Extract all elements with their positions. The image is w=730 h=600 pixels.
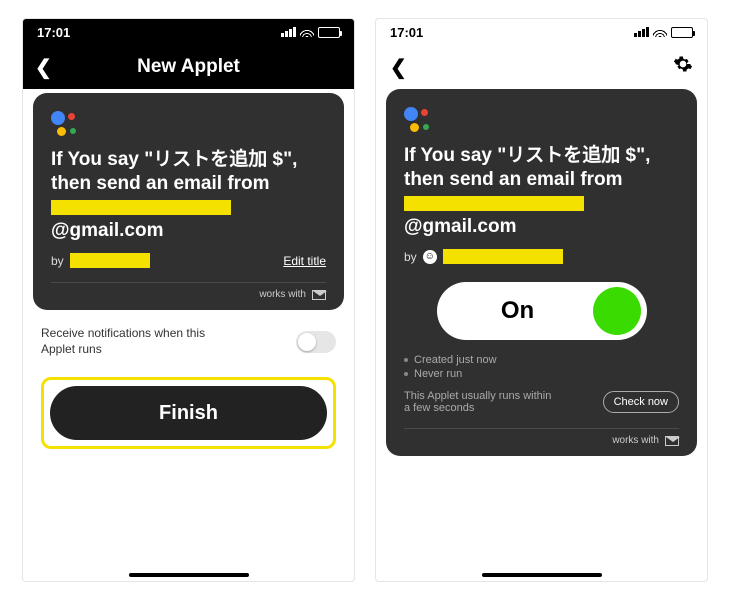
phone-left-new-applet: 17:01 ❮ New Applet If You say "リストを追加 $"… — [22, 18, 355, 582]
finish-button[interactable]: Finish — [50, 386, 327, 440]
nav-bar: ❮ New Applet — [23, 45, 354, 89]
author-line: by ☺ — [404, 249, 679, 264]
author-line: by — [51, 253, 150, 268]
status-bar: 17:01 — [376, 19, 707, 45]
redacted-email-user — [51, 200, 231, 215]
google-assistant-icon — [51, 111, 81, 136]
gear-icon — [673, 54, 693, 74]
wifi-icon — [300, 27, 314, 37]
home-indicator[interactable] — [482, 573, 602, 577]
nav-bar: ❮ — [376, 45, 707, 89]
google-assistant-icon — [404, 107, 434, 132]
gmail-icon — [312, 290, 326, 300]
meta-hint: This Applet usually runs within a few se… — [404, 390, 554, 414]
status-right — [634, 27, 693, 38]
toggle-knob — [593, 287, 641, 335]
author-avatar-icon: ☺ — [423, 250, 437, 264]
wifi-icon — [653, 27, 667, 37]
applet-description: If You say "リストを追加 $", then send an emai… — [51, 148, 326, 243]
cellular-icon — [634, 27, 649, 37]
check-now-button[interactable]: Check now — [603, 391, 679, 413]
status-time: 17:01 — [390, 25, 423, 40]
finish-highlight: Finish — [41, 377, 336, 449]
back-button[interactable]: ❮ — [390, 55, 407, 80]
redacted-email-user — [404, 196, 584, 211]
notification-toggle[interactable] — [296, 331, 336, 353]
page-title: New Applet — [137, 56, 240, 78]
applet-card: If You say "リストを追加 $", then send an emai… — [386, 89, 697, 456]
works-with-row: works with — [51, 282, 326, 300]
status-right — [281, 27, 340, 38]
meta-never-run: Never run — [414, 368, 462, 380]
applet-description: If You say "リストを追加 $", then send an emai… — [404, 144, 679, 239]
notification-toggle-row: Receive notifications when this Applet r… — [41, 322, 336, 371]
gmail-icon — [665, 436, 679, 446]
notification-label: Receive notifications when this Applet r… — [41, 326, 241, 357]
phone-right-applet-detail: 17:01 ❮ If You say "リストを追加 $", then send… — [375, 18, 708, 582]
status-time: 17:01 — [37, 25, 70, 40]
toggle-label: On — [443, 297, 593, 325]
redacted-author — [443, 249, 563, 264]
redacted-author — [70, 253, 150, 268]
applet-on-toggle[interactable]: On — [437, 282, 647, 340]
status-bar: 17:01 — [23, 19, 354, 45]
settings-button[interactable] — [673, 54, 693, 80]
battery-icon — [671, 27, 693, 38]
back-button[interactable]: ❮ — [35, 55, 52, 80]
edit-title-link[interactable]: Edit title — [283, 254, 326, 268]
battery-icon — [318, 27, 340, 38]
cellular-icon — [281, 27, 296, 37]
applet-card: If You say "リストを追加 $", then send an emai… — [33, 93, 344, 310]
works-with-row: works with — [404, 428, 679, 446]
applet-meta: Created just now Never run This Applet u… — [404, 354, 679, 414]
home-indicator[interactable] — [129, 573, 249, 577]
meta-created: Created just now — [414, 354, 497, 366]
